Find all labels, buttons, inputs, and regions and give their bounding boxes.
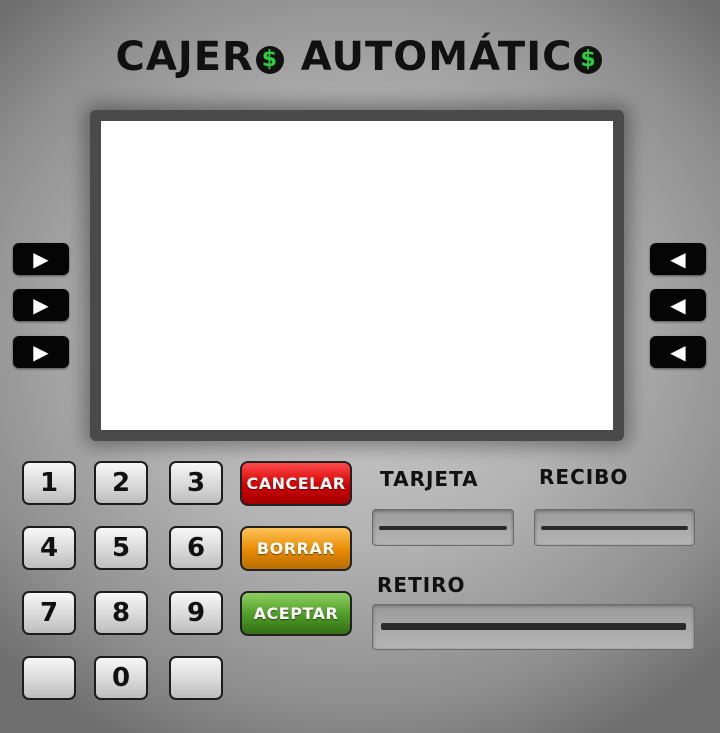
cancel-button[interactable]: CANCELAR [240,461,352,506]
card-slot-groove [379,525,507,530]
receipt-slot-label: RECIBO [539,465,629,489]
title-part-2: AUTOMÁTIC [300,34,573,80]
key-8[interactable]: 8 [94,591,148,635]
cash-withdrawal-slot[interactable] [372,604,695,650]
clear-button[interactable]: BORRAR [240,526,352,571]
key-7[interactable]: 7 [22,591,76,635]
withdrawal-slot-label: RETIRO [377,573,466,597]
receipt-slot-groove [541,525,688,530]
arrow-left-icon: ◀ [670,340,686,364]
accept-button[interactable]: ACEPTAR [240,591,352,636]
receipt-slot[interactable] [534,509,695,546]
atm-screen [101,121,613,430]
left-side-button-2[interactable]: ▶ [13,289,69,321]
screen-frame [90,110,624,441]
title-part-1: CAJER [115,34,254,80]
card-slot[interactable] [372,509,514,546]
arrow-left-icon: ◀ [670,247,686,271]
left-side-button-3[interactable]: ▶ [13,336,69,368]
dollar-coin-icon: $ [255,46,284,74]
arrow-right-icon: ▶ [33,247,49,271]
key-0[interactable]: 0 [94,656,148,700]
arrow-left-icon: ◀ [670,293,686,317]
cash-slot-groove [381,623,686,630]
key-blank-left[interactable] [22,656,76,700]
key-1[interactable]: 1 [22,461,76,505]
right-side-button-2[interactable]: ◀ [650,289,706,321]
arrow-right-icon: ▶ [33,340,49,364]
left-side-button-1[interactable]: ▶ [13,243,69,275]
atm-panel: CAJER $ AUTOMÁTIC $ ▶ ▶ ▶ ◀ ◀ ◀ 1 2 3 4 5 … [0,0,720,733]
right-side-button-3[interactable]: ◀ [650,336,706,368]
arrow-right-icon: ▶ [33,293,49,317]
key-blank-right[interactable] [169,656,223,700]
right-side-button-1[interactable]: ◀ [650,243,706,275]
card-slot-label: TARJETA [380,467,479,491]
key-5[interactable]: 5 [94,526,148,570]
dollar-coin-icon: $ [574,46,603,74]
key-4[interactable]: 4 [22,526,76,570]
key-9[interactable]: 9 [169,591,223,635]
page-title: CAJER $ AUTOMÁTIC $ [0,34,720,80]
key-2[interactable]: 2 [94,461,148,505]
key-6[interactable]: 6 [169,526,223,570]
key-3[interactable]: 3 [169,461,223,505]
